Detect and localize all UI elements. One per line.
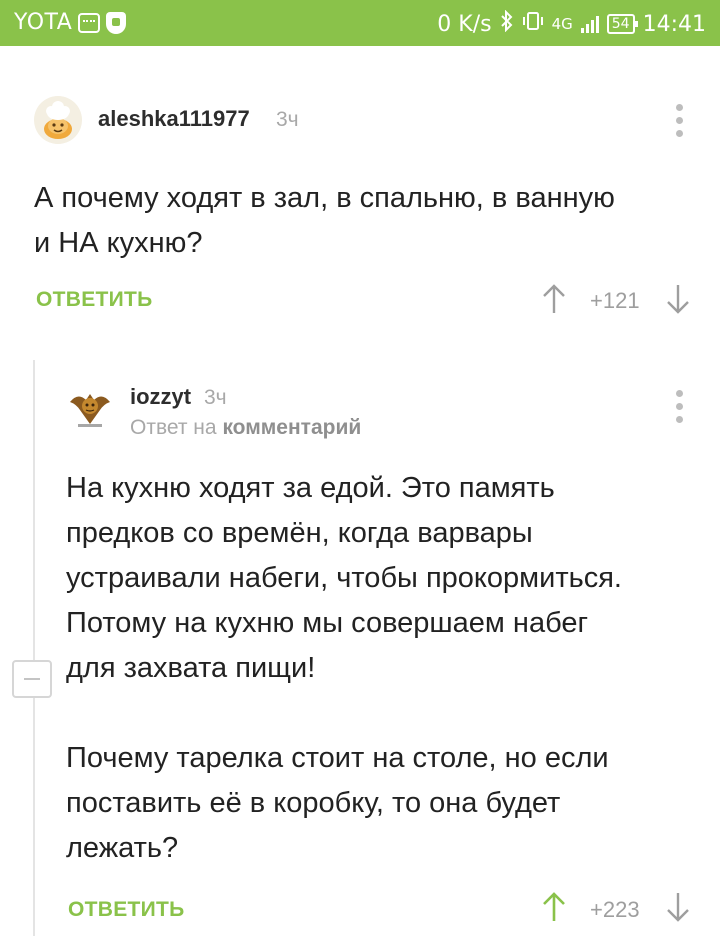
status-bar-left: YOTA <box>14 10 127 35</box>
avatar[interactable] <box>34 96 82 144</box>
more-options-icon[interactable] <box>674 390 684 423</box>
comment-body: На кухню ходят за едой. Это память предк… <box>66 466 622 871</box>
thread-line <box>33 360 35 936</box>
clock: 14:41 <box>642 11 706 37</box>
more-options-icon[interactable] <box>674 104 684 137</box>
comment-line: Почему тарелка стоит на столе, но если <box>66 742 609 774</box>
network-speed: 0 K/s <box>437 11 492 37</box>
arrow-down-icon[interactable] <box>664 283 692 315</box>
signal-icon <box>580 15 599 33</box>
comment-line: предков со времён, когда варвары <box>66 517 533 549</box>
bluetooth-icon <box>500 9 514 38</box>
comment-line: лежать? <box>66 832 179 864</box>
comment-line: для захвата пищи! <box>66 652 316 684</box>
reply-button[interactable]: ОТВЕТИТЬ <box>36 288 153 312</box>
comment-line: и НА кухню? <box>34 227 203 259</box>
chef-avatar-icon <box>34 96 82 144</box>
collapse-thread-icon[interactable] <box>12 660 52 698</box>
comment-author[interactable]: iozzyt <box>130 384 191 410</box>
arrow-up-icon[interactable] <box>540 283 568 315</box>
vote-score: +121 <box>590 288 640 313</box>
comment-line: Потому на кухню мы совершаем набег <box>66 607 589 639</box>
chat-app-icon <box>78 12 101 33</box>
avatar[interactable] <box>66 384 114 432</box>
comment-time: 3ч <box>204 386 227 409</box>
arrow-down-icon[interactable] <box>664 891 692 923</box>
network-type: 4G <box>551 15 573 33</box>
comment-line: поставить её в коробку, то она будет <box>66 787 561 819</box>
shield-icon <box>106 11 127 34</box>
arrow-up-icon[interactable] <box>540 891 568 923</box>
comment-line: А почему ходят в зал, в спальню, в ванну… <box>34 182 615 214</box>
status-bar-right: 0 K/s 4G 54 14:41 <box>437 9 706 38</box>
reply-button[interactable]: ОТВЕТИТЬ <box>68 898 185 922</box>
vibrate-icon <box>522 10 544 38</box>
comment-body: А почему ходят в зал, в спальню, в ванну… <box>34 176 615 266</box>
comment-line: На кухню ходят за едой. Это память <box>66 472 555 504</box>
comment-author[interactable]: aleshka111977 <box>98 106 250 132</box>
reply-to-prefix: Ответ на <box>130 416 217 439</box>
status-bar: YOTA 0 K/s 4G 54 14:41 <box>0 0 720 46</box>
comment-line <box>66 691 622 736</box>
emblem-avatar-icon <box>70 394 110 427</box>
reply-to-info: Ответ на комментарий <box>130 416 361 440</box>
carrier-name: YOTA <box>14 10 73 35</box>
vote-score: +223 <box>590 897 640 922</box>
comment-time: 3ч <box>276 108 299 131</box>
reply-to-link[interactable]: комментарий <box>222 416 361 439</box>
comment-line: устраивали набеги, чтобы прокормиться. <box>66 562 622 594</box>
battery-icon: 54 <box>606 14 638 34</box>
